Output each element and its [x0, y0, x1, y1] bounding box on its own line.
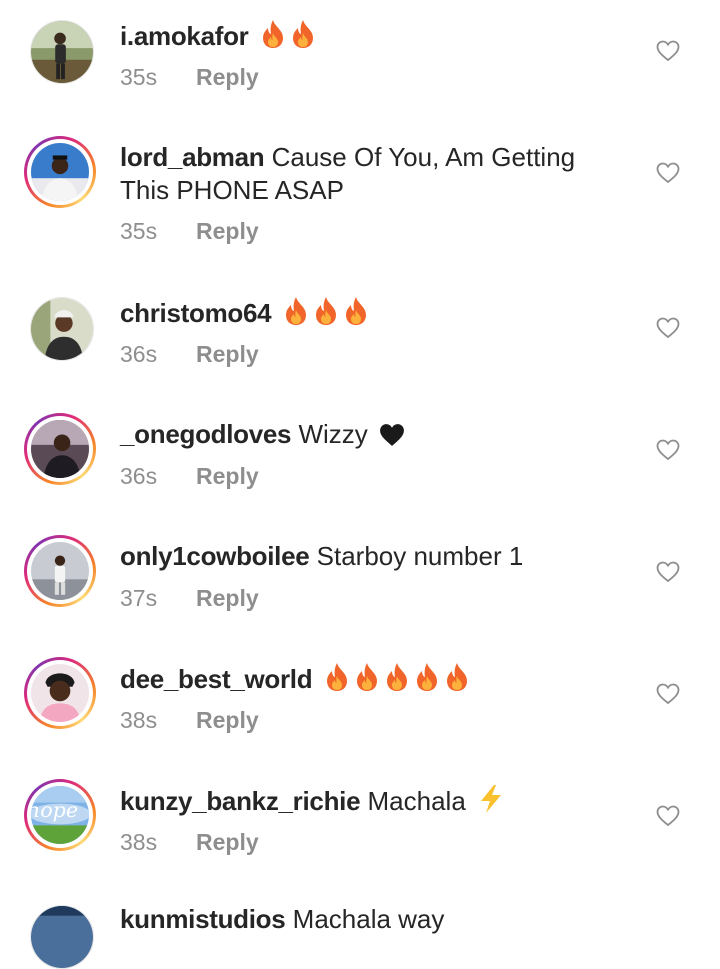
comment-timestamp: 36s — [120, 341, 158, 367]
comment-timestamp: 38s — [120, 829, 158, 855]
like-heart-icon[interactable] — [656, 40, 680, 62]
comment-timestamp: 38s — [120, 707, 158, 733]
fire-icon — [260, 19, 286, 49]
reply-button[interactable]: Reply — [196, 64, 259, 90]
avatar-photo: hope — [31, 786, 89, 844]
fire-icon — [444, 662, 470, 692]
comment-username[interactable]: i.amokafor — [120, 21, 249, 51]
fire-icon — [290, 19, 316, 49]
like-heart-icon[interactable] — [656, 683, 680, 705]
like-heart-icon[interactable] — [656, 162, 680, 184]
avatar-story-ring[interactable] — [24, 657, 96, 729]
comment-text: Wizzy — [298, 419, 368, 449]
comment-text: Machala way — [292, 904, 445, 934]
fire-icon — [324, 662, 350, 692]
avatar[interactable] — [30, 905, 94, 969]
reply-button[interactable]: Reply — [196, 707, 259, 733]
comment-username[interactable]: dee_best_world — [120, 664, 313, 694]
comment-text: Machala — [367, 786, 466, 816]
avatar-story-ring[interactable]: hope — [24, 779, 96, 851]
avatar-photo — [31, 542, 89, 600]
comment-username[interactable]: christomo64 — [120, 298, 272, 328]
fire-icon — [384, 662, 410, 692]
comment-username[interactable]: lord_abman — [120, 142, 265, 172]
black-heart-icon — [379, 423, 405, 447]
fire-icon — [354, 662, 380, 692]
avatar-hope-text: hope — [31, 798, 78, 822]
comment-username[interactable]: kunzy_bankz_richie — [120, 786, 361, 816]
avatar-story-ring[interactable] — [24, 413, 96, 485]
fire-icon — [414, 662, 440, 692]
avatar-photo — [31, 664, 89, 722]
avatar-photo — [31, 298, 93, 360]
avatar-photo — [31, 21, 93, 83]
fire-icon — [343, 296, 369, 326]
comment-timestamp: 35s — [120, 64, 158, 90]
reply-button[interactable]: Reply — [196, 341, 259, 367]
fire-icon — [313, 296, 339, 326]
comment-username[interactable]: only1cowboilee — [120, 541, 310, 571]
comment-username[interactable]: kunmistudios — [120, 904, 286, 934]
avatar[interactable] — [30, 297, 94, 361]
avatar-photo — [31, 420, 89, 478]
reply-button[interactable]: Reply — [196, 463, 259, 489]
avatar-photo — [31, 906, 93, 968]
avatar-photo — [31, 143, 89, 201]
comment-username[interactable]: _onegodloves — [120, 419, 292, 449]
comment-timestamp: 35s — [120, 218, 158, 244]
comment-text: Starboy number 1 — [316, 541, 524, 571]
fire-icon — [283, 296, 309, 326]
like-heart-icon[interactable] — [656, 561, 680, 583]
reply-button[interactable]: Reply — [196, 829, 259, 855]
like-heart-icon[interactable] — [656, 805, 680, 827]
lightning-icon — [477, 784, 505, 814]
reply-button[interactable]: Reply — [196, 218, 259, 244]
avatar[interactable] — [30, 20, 94, 84]
reply-button[interactable]: Reply — [196, 585, 259, 611]
comment-timestamp: 37s — [120, 585, 158, 611]
avatar-story-ring[interactable] — [24, 136, 96, 208]
like-heart-icon[interactable] — [656, 317, 680, 339]
avatar-story-ring[interactable] — [24, 535, 96, 607]
comment-timestamp: 36s — [120, 463, 158, 489]
like-heart-icon[interactable] — [656, 439, 680, 461]
